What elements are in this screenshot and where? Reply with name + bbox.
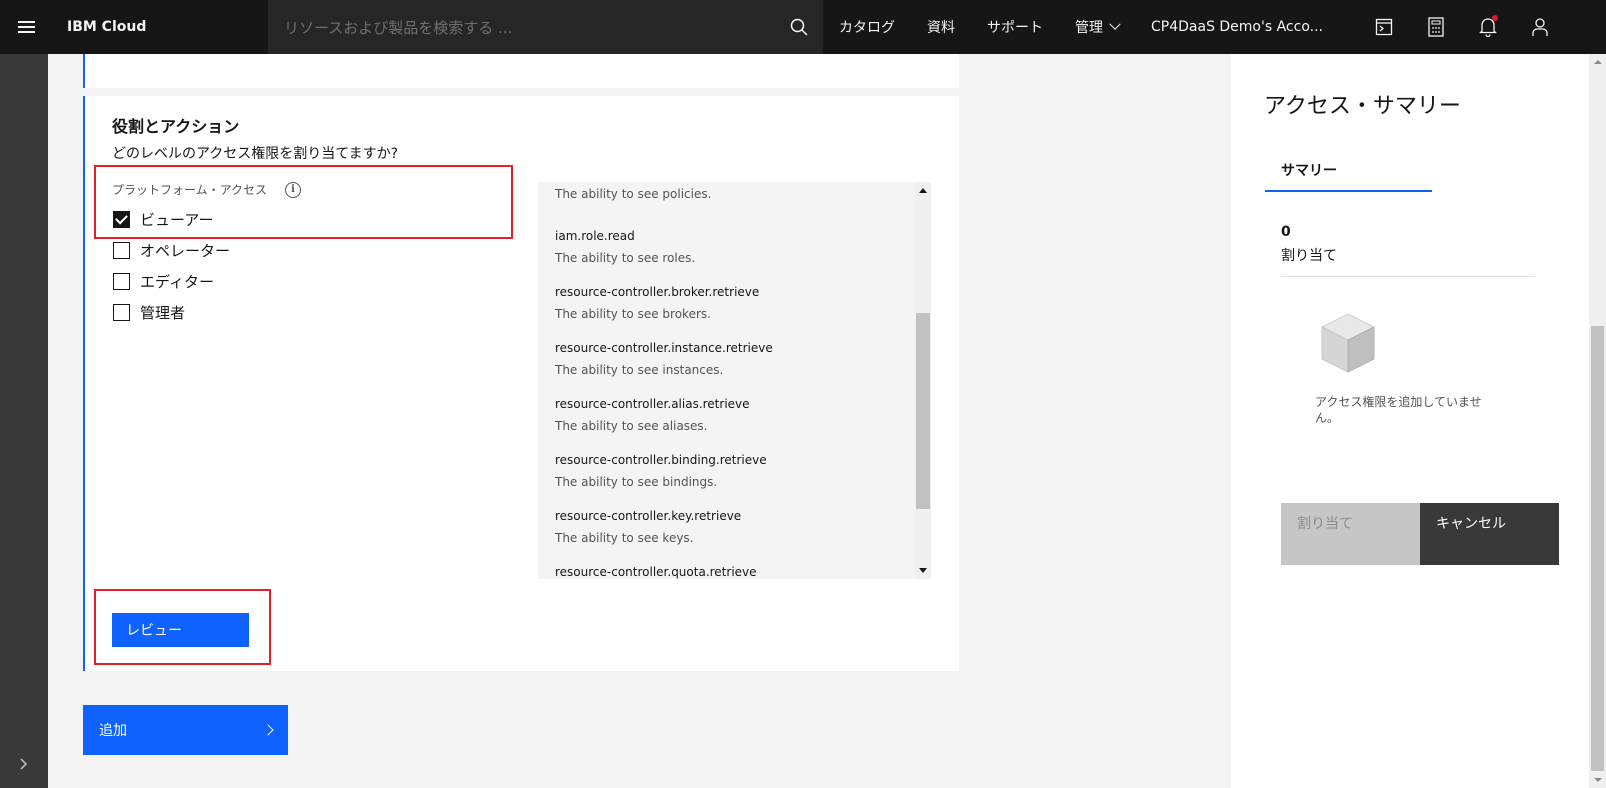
calculator-icon[interactable] <box>1410 0 1462 54</box>
previous-section-card <box>83 54 959 88</box>
checkbox-icon[interactable] <box>113 304 130 321</box>
nav-support[interactable]: サポート <box>971 0 1059 54</box>
divider <box>1281 276 1535 277</box>
nav-manage[interactable]: 管理 <box>1059 0 1135 54</box>
action-description: The ability to see instances. <box>555 363 724 377</box>
action-name: resource-controller.binding.retrieve <box>555 453 767 467</box>
account-switcher[interactable]: CP4DaaS Demo's Acco... <box>1135 0 1365 54</box>
empty-box-icon <box>1319 312 1377 374</box>
assignment-count-label: 割り当て <box>1281 248 1337 264</box>
tab-summary[interactable]: サマリー <box>1265 156 1432 192</box>
user-icon[interactable] <box>1514 0 1566 54</box>
action-name: resource-controller.key.retrieve <box>555 509 742 523</box>
list-item: resource-controller.broker.retrieve The … <box>555 272 915 328</box>
scroll-thumb[interactable] <box>1591 326 1604 771</box>
add-button[interactable]: 追加 <box>83 705 288 755</box>
checkbox-icon[interactable] <box>113 273 130 290</box>
assign-button[interactable]: 割り当て <box>1281 503 1420 565</box>
nav-manage-label: 管理 <box>1075 20 1103 36</box>
assignment-count: 0 <box>1281 224 1291 240</box>
list-item: resource-controller.binding.retrieve The… <box>555 440 915 496</box>
terminal-icon[interactable] <box>1358 0 1410 54</box>
scroll-down-icon[interactable] <box>919 568 927 573</box>
action-description: The ability to see roles. <box>555 251 696 265</box>
role-checkbox-operator[interactable]: オペレーター <box>113 240 230 261</box>
search-bar[interactable]: リソースおよび製品を検索する ... <box>268 0 823 54</box>
left-rail <box>0 54 48 788</box>
action-description: The ability to see brokers. <box>555 307 711 321</box>
action-name: resource-controller.alias.retrieve <box>555 397 750 411</box>
search-input[interactable]: リソースおよび製品を検索する ... <box>284 17 775 38</box>
list-item: iam.role.read The ability to see roles. <box>555 216 915 272</box>
actions-scrollbar[interactable] <box>915 182 931 579</box>
highlight-box-review <box>94 589 271 665</box>
role-label: 管理者 <box>140 304 186 322</box>
role-label: オペレーター <box>140 242 231 260</box>
header-icons <box>1358 0 1566 54</box>
action-description: The ability to see policies. <box>555 187 712 201</box>
scroll-down-icon[interactable] <box>1594 778 1602 782</box>
action-description: The ability to see aliases. <box>555 419 708 433</box>
checkbox-icon[interactable] <box>113 242 130 259</box>
header-nav: カタログ 資料 サポート 管理 CP4DaaS Demo's Acco... <box>823 0 1365 54</box>
role-label: エディター <box>140 273 214 291</box>
action-name: iam.role.read <box>555 229 635 243</box>
access-summary-panel: アクセス・サマリー サマリー 0 割り当て アクセス権限を追加していません。 割… <box>1231 54 1589 788</box>
nav-docs[interactable]: 資料 <box>911 0 971 54</box>
action-name: resource-controller.broker.retrieve <box>555 285 760 299</box>
actions-list-panel[interactable]: The ability to see policies. iam.role.re… <box>538 182 931 579</box>
scroll-up-icon[interactable] <box>919 188 927 193</box>
highlight-box-platform-access <box>94 165 513 239</box>
scroll-thumb[interactable] <box>916 313 930 509</box>
list-item: resource-controller.quota.retrieve <box>555 552 915 579</box>
action-description: The ability to see keys. <box>555 531 694 545</box>
action-name: resource-controller.quota.retrieve <box>555 565 757 579</box>
cancel-button[interactable]: キャンセル <box>1420 503 1559 565</box>
chevron-right-icon <box>262 724 274 736</box>
roles-actions-card: 役割とアクション どのレベルのアクセス権限を割り当てますか? プラットフォーム・… <box>83 96 959 671</box>
list-item: The ability to see policies. <box>555 182 915 216</box>
access-question: どのレベルのアクセス権限を割り当てますか? <box>112 146 399 162</box>
top-nav-bar: IBM Cloud リソースおよび製品を検索する ... カタログ 資料 サポー… <box>0 0 1606 54</box>
add-label: 追加 <box>99 723 127 739</box>
empty-state-text: アクセス権限を追加していません。 <box>1315 395 1482 425</box>
nav-catalog[interactable]: カタログ <box>823 0 911 54</box>
list-item: resource-controller.key.retrieve The abi… <box>555 496 915 552</box>
notification-dot <box>1492 15 1498 21</box>
search-icon[interactable] <box>775 0 823 54</box>
list-item: resource-controller.alias.retrieve The a… <box>555 384 915 440</box>
scroll-up-icon[interactable] <box>1594 60 1602 64</box>
chevron-down-icon <box>1109 18 1121 30</box>
section-title: 役割とアクション <box>112 117 240 136</box>
chevron-right-icon[interactable] <box>20 758 28 774</box>
role-checkbox-editor[interactable]: エディター <box>113 271 214 292</box>
actions-list: The ability to see policies. iam.role.re… <box>555 182 915 579</box>
page-scrollbar[interactable] <box>1589 54 1606 788</box>
notification-bell-icon[interactable] <box>1462 0 1514 54</box>
action-name: resource-controller.instance.retrieve <box>555 341 773 355</box>
list-item: resource-controller.instance.retrieve Th… <box>555 328 915 384</box>
brand-logo[interactable]: IBM Cloud <box>67 19 267 35</box>
summary-title: アクセス・サマリー <box>1264 94 1461 119</box>
hamburger-menu-icon[interactable] <box>0 0 52 54</box>
role-checkbox-admin[interactable]: 管理者 <box>113 302 185 323</box>
action-description: The ability to see bindings. <box>555 475 718 489</box>
